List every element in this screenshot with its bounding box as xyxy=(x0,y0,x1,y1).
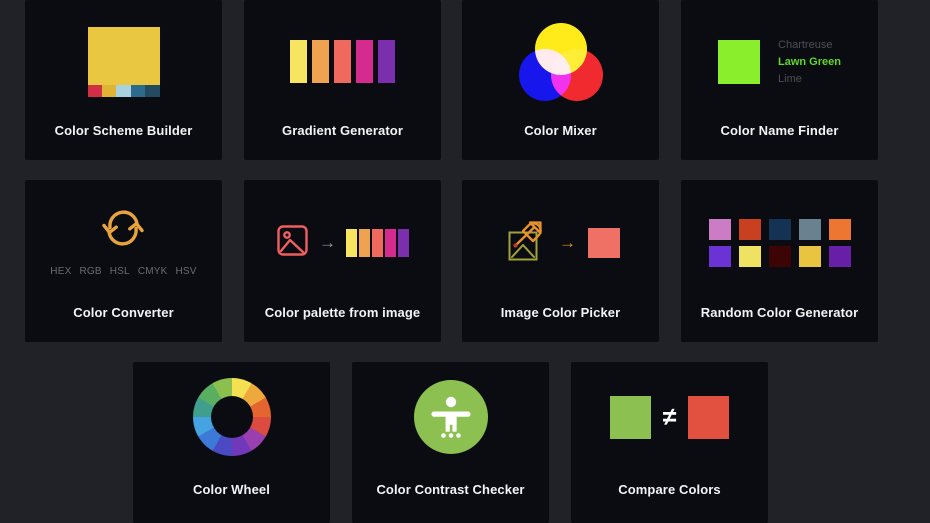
card-color-scheme-builder[interactable]: Color Scheme Builder xyxy=(25,0,222,160)
card-color-contrast-checker[interactable]: Color Contrast Checker xyxy=(352,362,549,523)
random-color-generator-art xyxy=(681,180,878,305)
picked-color-swatch xyxy=(588,227,620,258)
color-wheel-art xyxy=(133,362,330,472)
color-wheel-icon xyxy=(192,378,271,456)
card-gradient-generator[interactable]: Gradient Generator xyxy=(244,0,441,160)
not-equal-compare-icon: ≠ xyxy=(609,395,730,439)
random-swatch-7 xyxy=(768,245,791,267)
random-swatch-9 xyxy=(828,245,851,267)
color-name-chartreuse: Chartreuse xyxy=(778,38,833,51)
random-swatch-grid-icon xyxy=(708,218,851,267)
gradient-bar-3 xyxy=(356,40,373,83)
color-name-lime: Lime xyxy=(778,72,802,85)
extracted-palette-swatches xyxy=(346,228,409,257)
card-color-palette-from-image[interactable]: → Color palette from image xyxy=(244,180,441,342)
card-compare-colors[interactable]: ≠ Compare Colors xyxy=(571,362,768,523)
color-mixer-art xyxy=(462,0,659,123)
card-title: Random Color Generator xyxy=(700,305,859,320)
compare-left-swatch xyxy=(609,395,651,439)
card-title: Image Color Picker xyxy=(500,305,621,320)
random-swatch-6 xyxy=(738,245,761,267)
format-label-list: HEX RGB HSL CMYK HSV xyxy=(50,266,196,277)
format-label-cmyk: CMYK xyxy=(137,266,168,277)
gradient-bar-1 xyxy=(312,40,329,83)
arrow-right-icon: → xyxy=(559,233,576,252)
scheme-swatch-4 xyxy=(145,84,160,97)
accessibility-person-icon xyxy=(413,380,488,454)
gradient-bars-icon xyxy=(290,40,395,83)
color-contrast-checker-art xyxy=(352,362,549,472)
gradient-bar-2 xyxy=(334,40,351,83)
gradient-bar-4 xyxy=(378,40,395,83)
color-scheme-builder-art xyxy=(25,0,222,123)
format-label-hex: HEX xyxy=(50,266,72,277)
format-label-hsv: HSV xyxy=(175,266,197,277)
palette-swatch-2 xyxy=(372,228,383,257)
compare-right-swatch xyxy=(688,395,730,439)
tools-grid-page: Color Scheme Builder Gradient Generator … xyxy=(0,0,930,523)
color-scheme-swatches-icon xyxy=(87,26,160,97)
format-label-hsl: HSL xyxy=(109,266,130,277)
card-random-color-generator[interactable]: Random Color Generator xyxy=(681,180,878,342)
image-icon xyxy=(276,224,309,262)
color-name-finder-art: Chartreuse Lawn Green Lime xyxy=(681,0,878,123)
card-title: Color palette from image xyxy=(264,305,421,320)
card-title: Color Contrast Checker xyxy=(376,482,525,497)
random-swatch-1 xyxy=(738,218,761,240)
card-title: Color Converter xyxy=(73,305,174,320)
scheme-swatch-2 xyxy=(116,84,131,97)
eyedropper-on-image-icon xyxy=(501,217,547,268)
card-title: Compare Colors xyxy=(618,482,721,497)
scheme-swatch-0 xyxy=(87,84,102,97)
random-swatch-4 xyxy=(828,218,851,240)
gradient-generator-art xyxy=(244,0,441,123)
palette-swatch-0 xyxy=(346,228,357,257)
card-color-mixer[interactable]: Color Mixer xyxy=(462,0,659,160)
color-name-swatch-icon: Chartreuse Lawn Green Lime xyxy=(718,39,841,85)
card-title: Gradient Generator xyxy=(282,123,403,138)
palette-swatch-3 xyxy=(385,228,396,257)
color-converter-art: HEX RGB HSL CMYK HSV xyxy=(25,180,222,305)
compare-colors-art: ≠ xyxy=(571,362,768,472)
card-title: Color Scheme Builder xyxy=(54,123,193,138)
color-name-lawn-green: Lawn Green xyxy=(778,55,841,68)
color-name-list: Chartreuse Lawn Green Lime xyxy=(778,39,841,85)
gradient-bar-0 xyxy=(290,40,307,83)
scheme-swatch-1 xyxy=(101,84,117,97)
random-swatch-8 xyxy=(798,245,821,267)
card-color-name-finder[interactable]: Chartreuse Lawn Green Lime Color Name Fi… xyxy=(681,0,878,160)
format-label-rgb: RGB xyxy=(79,266,102,277)
random-swatch-0 xyxy=(708,218,731,240)
image-color-picker-art: → xyxy=(462,180,659,305)
scheme-swatch-3 xyxy=(130,84,146,97)
mixer-circle-red xyxy=(550,48,603,101)
not-equal-icon: ≠ xyxy=(662,402,677,431)
palette-swatch-1 xyxy=(359,228,370,257)
arrow-right-icon: → xyxy=(319,233,336,252)
refresh-arrows-icon xyxy=(100,208,146,253)
card-title: Color Name Finder xyxy=(720,123,839,138)
color-preview-swatch xyxy=(718,39,761,84)
random-swatch-5 xyxy=(708,245,731,267)
venn-circles-icon xyxy=(518,22,603,101)
card-color-wheel[interactable]: Color Wheel xyxy=(133,362,330,523)
color-palette-from-image-art: → xyxy=(244,180,441,305)
card-color-converter[interactable]: HEX RGB HSL CMYK HSV Color Converter xyxy=(25,180,222,342)
card-title: Color Mixer xyxy=(524,123,597,138)
card-title: Color Wheel xyxy=(193,482,270,497)
card-image-color-picker[interactable]: → Image Color Picker xyxy=(462,180,659,342)
random-swatch-3 xyxy=(798,218,821,240)
random-swatch-2 xyxy=(768,218,791,240)
palette-swatch-4 xyxy=(398,228,409,257)
